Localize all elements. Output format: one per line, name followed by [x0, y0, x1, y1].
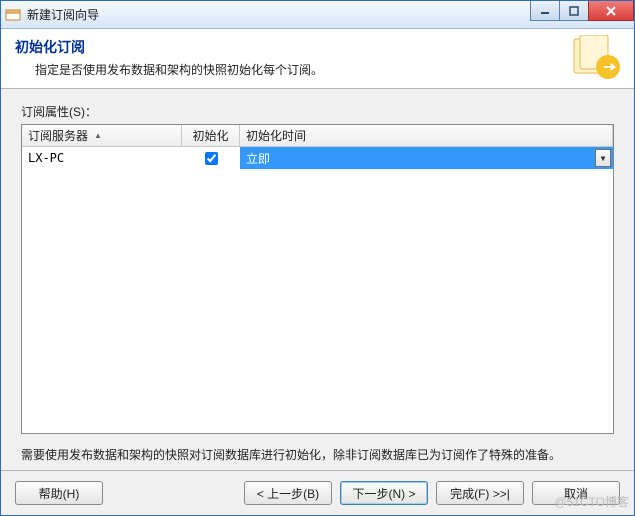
next-button[interactable]: 下一步(N) >: [340, 481, 428, 505]
init-checkbox[interactable]: [205, 152, 218, 165]
app-icon: [5, 7, 21, 23]
grid-header: 订阅服务器 初始化 初始化时间: [22, 125, 613, 147]
cancel-button[interactable]: 取消: [532, 481, 620, 505]
cell-init-time-dropdown[interactable]: 立即 ▼: [240, 147, 613, 169]
titlebar[interactable]: 新建订阅向导: [1, 1, 634, 29]
help-button[interactable]: 帮助(H): [15, 481, 103, 505]
wizard-window: 新建订阅向导 初始化订阅 指定是否使用发布数据和架构的快照初始化每个订阅。: [0, 0, 635, 516]
cell-init: [182, 147, 240, 169]
chevron-down-icon[interactable]: ▼: [595, 149, 611, 167]
grid-body: LX-PC 立即 ▼: [22, 147, 613, 433]
button-bar: 帮助(H) < 上一步(B) 下一步(N) > 完成(F) >>| 取消: [1, 470, 634, 515]
table-row[interactable]: LX-PC 立即 ▼: [22, 147, 613, 169]
page-title: 初始化订阅: [15, 37, 620, 57]
close-button[interactable]: [588, 1, 634, 21]
window-title: 新建订阅向导: [27, 6, 99, 23]
window-controls: [530, 1, 634, 21]
back-button[interactable]: < 上一步(B): [244, 481, 332, 505]
finish-button[interactable]: 完成(F) >>|: [436, 481, 524, 505]
subscription-grid: 订阅服务器 初始化 初始化时间 LX-PC 立即 ▼: [21, 124, 614, 434]
column-header-init-time[interactable]: 初始化时间: [240, 125, 613, 146]
info-note: 需要使用发布数据和架构的快照对订阅数据库进行初始化，除非订阅数据库已为订阅作了特…: [21, 446, 614, 464]
minimize-button[interactable]: [530, 1, 560, 21]
properties-label: 订阅属性(S)：: [21, 103, 614, 120]
column-header-server[interactable]: 订阅服务器: [22, 125, 182, 146]
page-subtitle: 指定是否使用发布数据和架构的快照初始化每个订阅。: [35, 61, 620, 78]
content-area: 订阅属性(S)： 订阅服务器 初始化 初始化时间 LX-PC 立即 ▼: [1, 89, 634, 470]
header-graphic-icon: [568, 35, 624, 81]
wizard-header: 初始化订阅 指定是否使用发布数据和架构的快照初始化每个订阅。: [1, 29, 634, 89]
column-header-init[interactable]: 初始化: [182, 125, 240, 146]
maximize-button[interactable]: [559, 1, 589, 21]
init-time-value: 立即: [246, 150, 270, 167]
cell-server: LX-PC: [22, 147, 182, 169]
